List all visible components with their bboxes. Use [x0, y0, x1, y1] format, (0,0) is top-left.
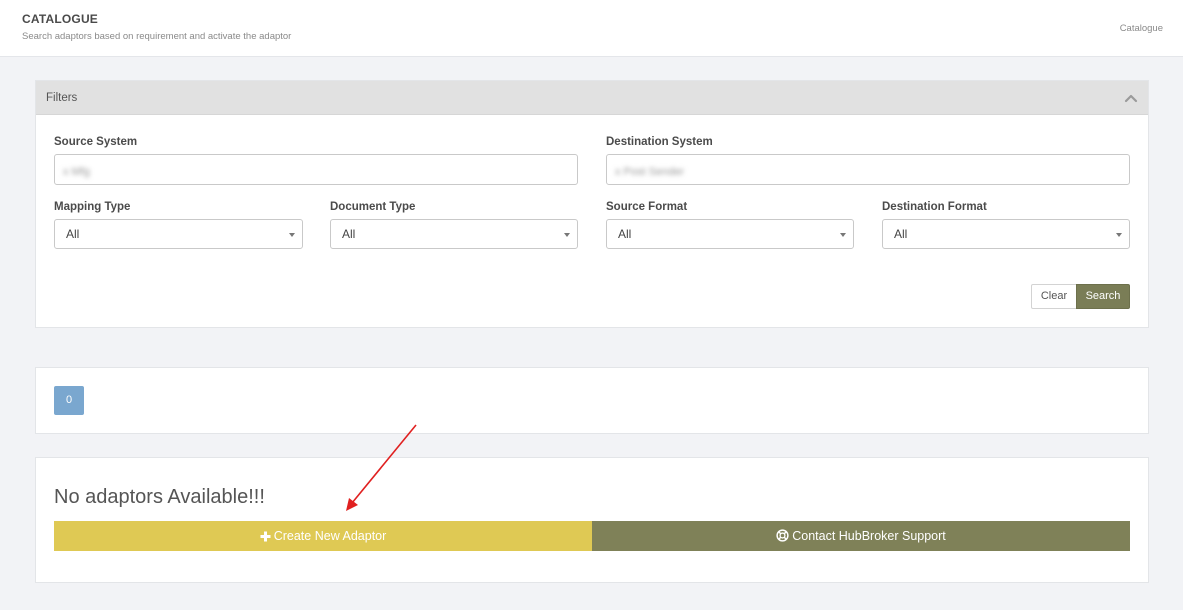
filters-heading-title: Filters: [46, 92, 78, 104]
results-count-badge: 0: [54, 386, 84, 415]
mapping-type-select[interactable]: All: [54, 219, 303, 249]
page-title: CATALOGUE: [22, 12, 99, 26]
caret-down-icon: [1116, 233, 1122, 237]
mapping-type-label: Mapping Type: [54, 201, 131, 213]
results-panel: No adaptors Available!!! Create New Adap…: [35, 457, 1149, 583]
mapping-type-value: All: [66, 227, 80, 241]
destination-system-label: Destination System: [606, 136, 713, 148]
destination-system-input[interactable]: x Post Sender: [606, 154, 1130, 185]
clear-button[interactable]: Clear: [1031, 284, 1077, 309]
source-format-value: All: [618, 227, 632, 241]
page-header: CATALOGUE Search adaptors based on requi…: [0, 0, 1183, 57]
chevron-up-icon[interactable]: [1124, 91, 1138, 105]
plus-icon: [260, 531, 271, 542]
caret-down-icon: [289, 233, 295, 237]
contact-support-label: Contact HubBroker Support: [792, 529, 946, 543]
lifebuoy-icon: [776, 529, 789, 542]
caret-down-icon: [840, 233, 846, 237]
create-new-adaptor-button[interactable]: Create New Adaptor: [54, 521, 592, 551]
source-system-label: Source System: [54, 136, 138, 148]
page-subtitle: Search adaptors based on requirement and…: [22, 31, 292, 42]
destination-system-tag[interactable]: x Post Sender: [615, 166, 684, 178]
filters-panel-heading[interactable]: Filters: [36, 81, 1148, 115]
create-new-adaptor-label: Create New Adaptor: [273, 529, 387, 543]
document-type-label: Document Type: [330, 201, 416, 213]
destination-format-select[interactable]: All: [882, 219, 1130, 249]
empty-state-message: No adaptors Available!!!: [54, 486, 265, 508]
breadcrumb[interactable]: Catalogue: [1120, 23, 1163, 34]
filters-panel: Filters Source System x Mfg Destination …: [35, 80, 1149, 328]
contact-support-button[interactable]: Contact HubBroker Support: [592, 521, 1130, 551]
source-system-tag[interactable]: x Mfg: [63, 166, 90, 178]
document-type-value: All: [342, 227, 356, 241]
destination-format-label: Destination Format: [882, 201, 987, 213]
source-format-select[interactable]: All: [606, 219, 854, 249]
search-button[interactable]: Search: [1076, 284, 1130, 309]
document-type-select[interactable]: All: [330, 219, 578, 249]
results-count-panel: 0: [35, 367, 1149, 434]
source-system-input[interactable]: x Mfg: [54, 154, 578, 185]
source-format-label: Source Format: [606, 201, 688, 213]
destination-format-value: All: [894, 227, 908, 241]
caret-down-icon: [564, 233, 570, 237]
